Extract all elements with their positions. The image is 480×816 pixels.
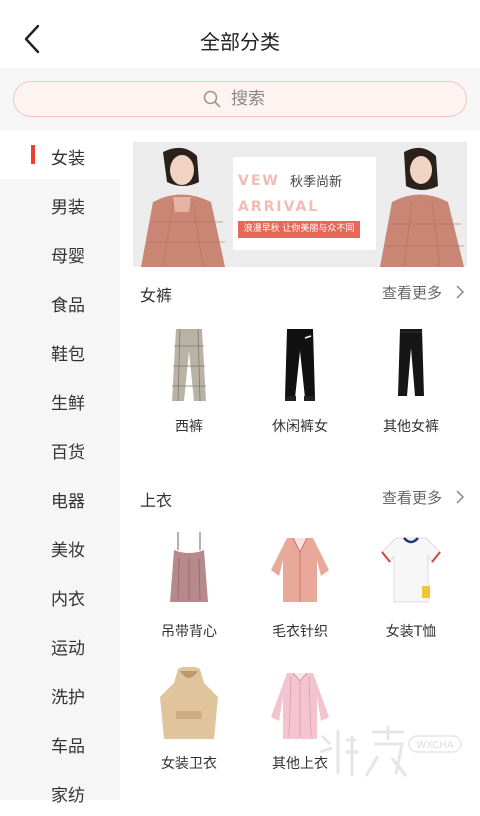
sidebar-item-general[interactable]: 百货 bbox=[0, 424, 120, 473]
search-box[interactable] bbox=[13, 81, 467, 117]
promo-banner[interactable]: VEW ARRIVAL 秋季尚新 浪漫早秋 让你美丽与众不同 bbox=[133, 142, 467, 267]
sidebar-item-beauty[interactable]: 美妆 bbox=[0, 522, 120, 571]
plaid-trousers-image bbox=[172, 328, 206, 402]
banner-english-line1: VEW bbox=[238, 173, 280, 189]
see-more-link[interactable]: 查看更多 bbox=[382, 282, 442, 303]
category-item[interactable]: 其他女裤 bbox=[356, 326, 466, 436]
category-item-label: 女装卫衣 bbox=[161, 756, 217, 772]
category-item-label: 其他女裤 bbox=[383, 419, 439, 435]
category-item[interactable]: 西裤 bbox=[134, 326, 244, 436]
sidebar-item-food[interactable]: 食品 bbox=[0, 277, 120, 326]
sidebar-item-label: 美妆 bbox=[51, 541, 85, 561]
pink-cardigan-image bbox=[271, 537, 329, 602]
sidebar-item-label: 电器 bbox=[51, 492, 85, 512]
section-title: 女裤 bbox=[140, 286, 173, 305]
sidebar-item-label: 母婴 bbox=[51, 247, 85, 267]
category-item-label: 休闲裤女 bbox=[272, 419, 328, 435]
sidebar-item-sports[interactable]: 运动 bbox=[0, 620, 120, 669]
sidebar-item-label: 运动 bbox=[51, 639, 85, 659]
category-item[interactable]: 毛衣针织 bbox=[245, 530, 355, 642]
black-joggers-image bbox=[285, 329, 315, 401]
sidebar-item-label: 生鲜 bbox=[51, 394, 85, 414]
category-item-label: 毛衣针织 bbox=[272, 624, 328, 640]
model-right-image bbox=[376, 142, 467, 267]
sidebar-item-label: 女装 bbox=[51, 149, 85, 169]
model-left-image bbox=[133, 142, 233, 267]
category-item[interactable]: 休闲裤女 bbox=[245, 326, 355, 436]
sidebar-item-shoes-bags[interactable]: 鞋包 bbox=[0, 326, 120, 375]
banner-title: 秋季尚新 bbox=[290, 175, 343, 190]
sidebar-item-car[interactable]: 车品 bbox=[0, 718, 120, 767]
header-bar: 全部分类 bbox=[0, 0, 480, 78]
watermark-logo: WXCHA bbox=[319, 726, 462, 777]
sidebar-item-electronics[interactable]: 电器 bbox=[0, 473, 120, 522]
search-input[interactable] bbox=[231, 89, 277, 109]
sidebar-item-fresh[interactable]: 生鲜 bbox=[0, 375, 120, 424]
banner-panel: VEW ARRIVAL 秋季尚新 浪漫早秋 让你美丽与众不同 bbox=[233, 157, 376, 250]
sidebar-item-label: 鞋包 bbox=[51, 345, 85, 365]
sidebar-item-baby[interactable]: 母婴 bbox=[0, 228, 120, 277]
sidebar-item-underwear[interactable]: 内衣 bbox=[0, 571, 120, 620]
hoodie-image bbox=[160, 667, 218, 739]
sidebar-item-label: 车品 bbox=[51, 737, 85, 757]
category-item[interactable]: 吊带背心 bbox=[134, 530, 244, 642]
active-indicator bbox=[31, 145, 35, 164]
sidebar-item-label: 男装 bbox=[51, 198, 85, 218]
sidebar-item-label: 家纺 bbox=[51, 786, 85, 806]
category-item-label: 西裤 bbox=[175, 419, 203, 435]
search-area bbox=[0, 68, 480, 130]
category-item[interactable]: 女装卫衣 bbox=[134, 667, 244, 775]
page-title: 全部分类 bbox=[200, 30, 280, 54]
category-item-label: 女装T恤 bbox=[385, 624, 437, 640]
category-item-label: 吊带背心 bbox=[161, 624, 217, 640]
sidebar-item-label: 洗护 bbox=[51, 688, 85, 708]
sidebar-item-womens[interactable]: 女装 bbox=[0, 130, 120, 179]
sidebar-item-label: 百货 bbox=[51, 443, 85, 463]
camisole-image bbox=[170, 532, 208, 602]
banner-tagline: 浪漫早秋 让你美丽与众不同 bbox=[238, 221, 360, 238]
category-sidebar: 女装 男装 母婴 食品 鞋包 生鲜 百货 电器 美妆 内衣 运动 洗护 车品 家… bbox=[0, 130, 120, 806]
search-icon bbox=[203, 90, 221, 108]
sidebar-item-label: 内衣 bbox=[51, 590, 85, 610]
category-content: VEW ARRIVAL 秋季尚新 浪漫早秋 让你美丽与众不同 女裤 查看更多 西… bbox=[120, 130, 480, 800]
sidebar-item-label: 食品 bbox=[51, 296, 85, 316]
watermark-text: WXCHA bbox=[416, 740, 454, 751]
sidebar-item-mens[interactable]: 男装 bbox=[0, 179, 120, 228]
category-item[interactable]: 女装T恤 bbox=[356, 530, 466, 642]
sidebar-item-washcare[interactable]: 洗护 bbox=[0, 669, 120, 718]
chevron-right-icon[interactable] bbox=[454, 489, 466, 505]
white-tshirt-image bbox=[381, 537, 441, 603]
banner-english-line2: ARRIVAL bbox=[238, 199, 320, 215]
see-more-link[interactable]: 查看更多 bbox=[382, 487, 442, 508]
sidebar-item-textiles[interactable]: 家纺 bbox=[0, 767, 120, 816]
chevron-right-icon[interactable] bbox=[454, 284, 466, 300]
section-title: 上衣 bbox=[140, 491, 173, 510]
black-pants-image bbox=[398, 329, 424, 396]
